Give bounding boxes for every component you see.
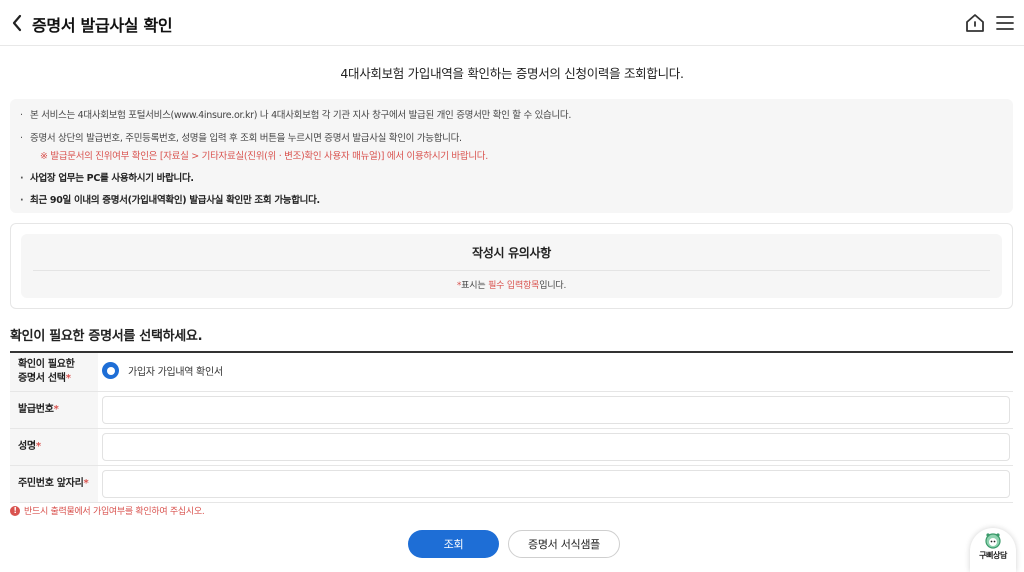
back-button[interactable] [6, 10, 28, 36]
notice-warning-text: ※ 발급문서의 진위여부 확인은 [자료실 > 기타자료실(진위(위 · 변조)… [40, 151, 488, 162]
guide-inner: 작성시 유의사항 *표시는 필수 입력항목입니다. [21, 234, 1002, 298]
issue-number-label-line: 발급번호* [18, 403, 98, 418]
menu-button[interactable] [994, 12, 1016, 34]
required-note-post: 입니다. [539, 281, 567, 291]
name-label-line: 성명* [18, 440, 98, 455]
form-row-rrn: 주민번호 앞자리* [10, 466, 1013, 503]
warning-message: ! 반드시 출력물에서 가입여부를 확인하여 주십시오. [10, 504, 205, 517]
certificate-sample-button[interactable]: 증명서 서식샘플 [508, 530, 620, 558]
chat-label: 구삐상담 [979, 551, 1007, 560]
notice-item: · 사업장 업무는 PC를 사용하시기 바랍니다. [20, 173, 194, 184]
rrn-label: 주민번호 앞자리* [10, 466, 98, 502]
radio-selected-icon[interactable] [102, 362, 119, 379]
form-row-certificate: 확인이 필요한 증명서 선택* 가입자 가입내역 확인서 [10, 353, 1013, 392]
home-button[interactable] [964, 12, 986, 34]
divider [33, 270, 990, 271]
guide-title: 작성시 유의사항 [471, 246, 552, 260]
notice-item: · 최근 90일 이내의 증명서(가입내역확인) 발급사실 확인만 조회 가능합니… [20, 195, 320, 206]
form-table: 확인이 필요한 증명서 선택* 가입자 가입내역 확인서 발급번호* 성명* 주… [10, 351, 1013, 503]
name-label: 성명* [10, 429, 98, 465]
notice-box: · 본 서비스는 4대사회보험 포털서비스(www.4insure.or.kr) … [10, 99, 1013, 213]
guide-box: 작성시 유의사항 *표시는 필수 입력항목입니다. [10, 223, 1013, 309]
query-button[interactable]: 조회 [408, 530, 499, 558]
exclamation-icon: ! [10, 505, 20, 516]
issue-number-input[interactable] [102, 396, 1010, 424]
certificate-radio-option[interactable]: 가입자 가입내역 확인서 [102, 362, 223, 379]
notice-text: 본 서비스는 4대사회보험 포털서비스(www.4insure.or.kr) 나… [30, 110, 572, 121]
notice-item: · 본 서비스는 4대사회보험 포털서비스(www.4insure.or.kr) … [20, 110, 572, 121]
page-header: 증명서 발급사실 확인 [0, 0, 1024, 46]
issue-number-label: 발급번호* [10, 392, 98, 428]
issue-number-label-text: 발급번호 [18, 403, 54, 415]
notice-item: · 증명서 상단의 발급번호, 주민등록번호, 성명을 입력 후 조회 버튼을 누… [20, 133, 462, 144]
required-mark: * [65, 373, 71, 384]
page-title: 증명서 발급사실 확인 [32, 16, 173, 35]
notice-text: 사업장 업무는 PC를 사용하시기 바랍니다. [30, 173, 194, 184]
form-row-name: 성명* [10, 429, 1013, 466]
certificate-label-line1: 확인이 필요한 [18, 358, 75, 370]
certificate-label-text: 증명서 선택 [18, 373, 66, 384]
required-mark: * [35, 440, 41, 452]
required-mark: * [83, 477, 89, 489]
form-row-issue-number: 발급번호* [10, 392, 1013, 429]
required-mark: * [53, 403, 59, 415]
chat-consult-button[interactable]: 구삐상담 [970, 528, 1016, 572]
section-title: 확인이 필요한 증명서를 선택하세요. [10, 329, 203, 344]
rrn-label-text: 주민번호 앞자리 [18, 477, 84, 489]
required-note-pre: 표시는 [461, 281, 489, 291]
required-note-highlight: 필수 입력항목 [488, 281, 540, 291]
certificate-label: 확인이 필요한 증명서 선택* [10, 353, 98, 391]
notice-text: 증명서 상단의 발급번호, 주민등록번호, 성명을 입력 후 조회 버튼을 누르… [30, 133, 462, 144]
home-icon [966, 14, 984, 32]
rrn-input[interactable] [102, 470, 1010, 498]
warning-text: 반드시 출력물에서 가입여부를 확인하여 주십시오. [24, 507, 205, 517]
chevron-left-icon [12, 14, 22, 32]
chatbot-icon [985, 533, 1001, 549]
notice-text: 최근 90일 이내의 증명서(가입내역확인) 발급사실 확인만 조회 가능합니다… [30, 195, 320, 206]
intro-text: 4대사회보험 가입내역을 확인하는 증명서의 신청이력을 조회합니다. [340, 66, 684, 81]
rrn-label-line: 주민번호 앞자리* [18, 477, 98, 492]
name-input[interactable] [102, 433, 1010, 461]
certificate-option-label[interactable]: 가입자 가입내역 확인서 [128, 363, 223, 378]
name-label-text: 성명 [18, 440, 36, 452]
certificate-label-line2: 증명서 선택* [18, 372, 98, 387]
hamburger-menu-icon [996, 16, 1014, 30]
required-note: *표시는 필수 입력항목입니다. [21, 278, 1002, 291]
